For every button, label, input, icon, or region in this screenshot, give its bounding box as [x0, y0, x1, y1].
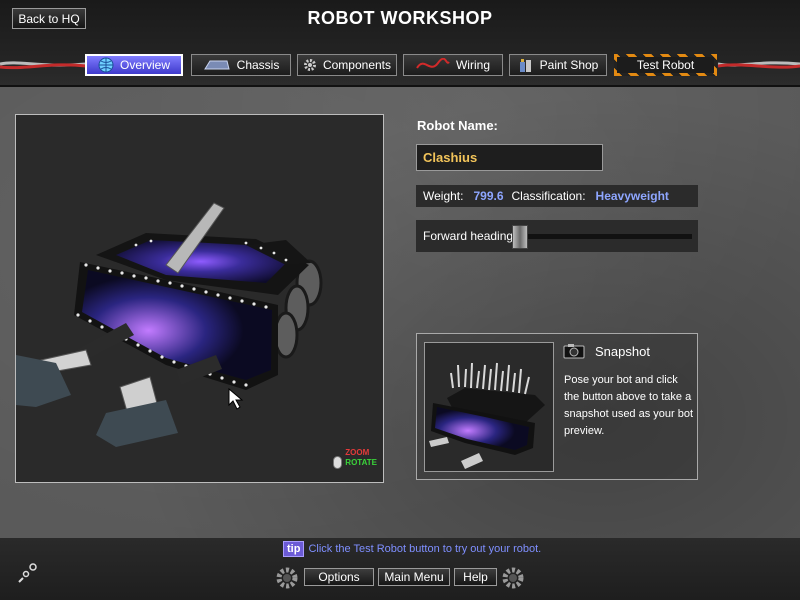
cable-decoration-left	[0, 61, 86, 70]
gear-icon	[303, 58, 317, 72]
tab-label: Chassis	[236, 58, 280, 72]
cable-decoration-right	[718, 61, 800, 69]
snapshot-panel: Snapshot Pose your bot and click the but…	[416, 333, 698, 480]
tab-label: Test Robot	[636, 58, 695, 72]
mouse-icon	[333, 456, 343, 472]
tab-label: Overview	[119, 58, 170, 72]
forward-heading-row: Forward heading:	[416, 220, 698, 252]
tab-components[interactable]: Components	[297, 54, 397, 76]
robot-model	[16, 202, 323, 447]
zoom-hint: ZOOM	[345, 448, 370, 457]
snapshot-preview	[424, 342, 554, 472]
chassis-icon	[203, 58, 231, 72]
tab-label: Paint Shop	[539, 58, 599, 72]
viewport-controls-hint: ZOOM ROTATE	[333, 448, 377, 469]
camera-icon[interactable]	[563, 343, 585, 359]
tip-text: Click the Test Robot button to try out y…	[308, 543, 542, 555]
gear-icon	[276, 567, 298, 589]
gear-icon	[502, 567, 524, 589]
options-button[interactable]: Options	[304, 568, 374, 586]
help-button[interactable]: Help	[454, 568, 497, 586]
tip-badge: tip	[283, 541, 305, 557]
tab-overview[interactable]: Overview	[85, 54, 183, 76]
status-indicator-icon	[18, 563, 37, 583]
tab-paint-shop[interactable]: Paint Shop	[509, 54, 607, 76]
globe-icon	[98, 57, 114, 73]
workshop-tabs: Overview Chassis Components Wiring Paint…	[85, 54, 717, 78]
forward-heading-slider-thumb[interactable]	[512, 225, 528, 249]
snapshot-description: Pose your bot and click the button above…	[564, 374, 694, 437]
wire-icon	[416, 58, 450, 72]
page-title: ROBOT WORKSHOP	[307, 8, 493, 28]
main-menu-button[interactable]: Main Menu	[378, 568, 450, 586]
tab-chassis[interactable]: Chassis	[191, 54, 291, 76]
robot-name-label: Robot Name:	[417, 118, 498, 133]
rotate-hint: ROTATE	[345, 458, 377, 467]
robot-3d-viewport[interactable]: ZOOM ROTATE	[15, 114, 384, 483]
tip-row: tip Click the Test Robot button to try o…	[283, 541, 541, 557]
forward-heading-slider-track[interactable]	[520, 234, 692, 239]
top-bar: Back to HQ ROBOT WORKSHOP Overview Chass…	[0, 0, 800, 87]
paint-can-icon	[518, 57, 534, 73]
tab-label: Wiring	[455, 58, 490, 72]
classification-label: Classification:	[511, 189, 586, 203]
test-robot-button[interactable]: Test Robot	[614, 54, 717, 76]
robot-stats-row: Weight: 799.6 Classification: Heavyweigh…	[416, 185, 698, 207]
tab-wiring[interactable]: Wiring	[403, 54, 503, 76]
weight-label: Weight:	[423, 189, 464, 203]
snapshot-title: Snapshot	[595, 344, 650, 359]
classification-value: Heavyweight	[595, 189, 669, 203]
tab-label: Components	[322, 58, 392, 72]
bottom-menu: Options Main Menu Help	[273, 563, 527, 593]
robot-name-input[interactable]: Clashius	[416, 144, 603, 171]
forward-heading-label: Forward heading:	[423, 229, 517, 243]
weight-value: 799.6	[473, 189, 504, 203]
